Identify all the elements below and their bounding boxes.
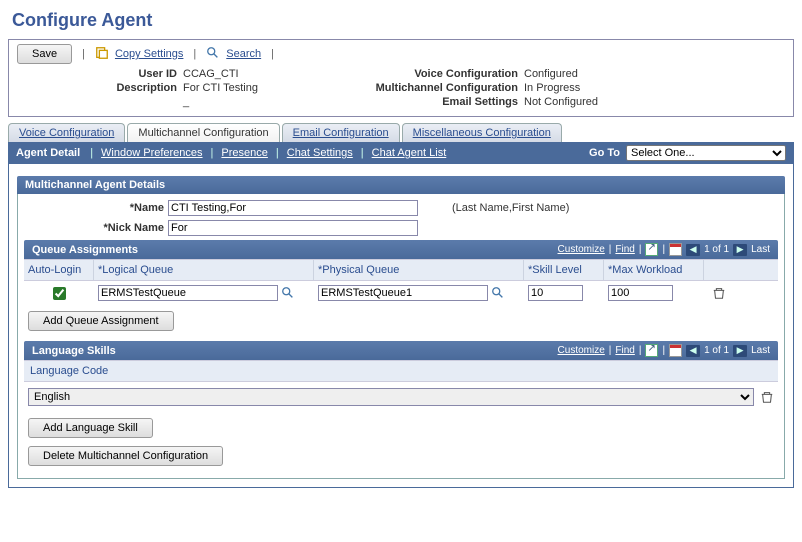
multi-config-value: In Progress (524, 82, 598, 94)
voice-config-label: Voice Configuration (318, 68, 518, 80)
delete-row-button[interactable] (704, 286, 734, 300)
description-value: For CTI Testing (183, 82, 258, 94)
section-queue-header: Queue Assignments Customize | Find | | ◀… (24, 240, 778, 259)
add-language-button[interactable]: Add Language Skill (28, 418, 153, 438)
section-agent-details-header: Multichannel Agent Details (17, 176, 785, 194)
col-logical-queue[interactable]: Logical Queue (94, 260, 314, 280)
multi-config-label: Multichannel Configuration (318, 82, 518, 94)
subnav-agent-detail: Agent Detail (16, 147, 80, 159)
prev-page-icon[interactable]: ◀ (686, 345, 700, 357)
col-auto-login[interactable]: Auto-Login (24, 260, 94, 280)
page-title: Configure Agent (12, 10, 794, 31)
popup-icon[interactable] (645, 344, 658, 357)
name-input[interactable] (168, 200, 418, 216)
tab-bar: Voice Configuration Multichannel Configu… (8, 123, 794, 142)
nickname-label: Nick Name (24, 222, 164, 234)
email-settings-value: Not Configured (524, 96, 598, 108)
goto-label: Go To (589, 147, 620, 159)
lang-customize-link[interactable]: Customize (558, 345, 605, 356)
language-select[interactable]: English (28, 388, 754, 406)
grid-icon[interactable] (669, 344, 682, 357)
copy-icon (95, 46, 109, 63)
lang-row: English (24, 382, 778, 412)
col-physical-queue[interactable]: Physical Queue (314, 260, 524, 280)
col-skill-level[interactable]: Skill Level (524, 260, 604, 280)
dash: _ (183, 96, 258, 108)
section-lang-header: Language Skills Customize | Find | | ◀ 1… (24, 341, 778, 360)
goto-select[interactable]: Select One... (626, 145, 786, 161)
subnav-window-prefs[interactable]: Window Preferences (101, 147, 203, 159)
next-page-icon[interactable]: ▶ (733, 345, 747, 357)
logical-queue-input[interactable] (98, 285, 278, 301)
lang-col-header[interactable]: Language Code (24, 360, 778, 382)
max-workload-input[interactable] (608, 285, 673, 301)
physical-queue-input[interactable] (318, 285, 488, 301)
user-id-value: CCAG_CTI (183, 68, 258, 80)
name-hint: (Last Name,First Name) (452, 202, 778, 214)
separator: | (82, 48, 85, 60)
tab-email[interactable]: Email Configuration (282, 123, 400, 142)
separator: | (271, 48, 274, 60)
delete-multichannel-button[interactable]: Delete Multichannel Configuration (28, 446, 223, 466)
header-bar: Save | Copy Settings | Search | User ID … (8, 39, 794, 117)
subnav: Agent Detail | Window Preferences | Pres… (8, 142, 794, 164)
subnav-chat-agent-list[interactable]: Chat Agent List (372, 147, 447, 159)
tab-voice[interactable]: Voice Configuration (8, 123, 125, 142)
lang-last[interactable]: Last (751, 345, 770, 356)
search-icon (206, 46, 220, 63)
panel: Multichannel Agent Details Name (Last Na… (8, 164, 794, 488)
col-max-workload[interactable]: Max Workload (604, 260, 704, 280)
save-button[interactable]: Save (17, 44, 72, 64)
queue-pager: 1 of 1 (704, 244, 729, 255)
queue-last[interactable]: Last (751, 244, 770, 255)
lang-find-link[interactable]: Find (615, 345, 634, 356)
voice-config-value: Configured (524, 68, 598, 80)
email-settings-label: Email Settings (318, 96, 518, 108)
queue-grid-header: Auto-Login Logical Queue Physical Queue … (24, 259, 778, 281)
auto-login-checkbox[interactable] (53, 287, 66, 300)
nickname-input[interactable] (168, 220, 418, 236)
subnav-presence[interactable]: Presence (221, 147, 267, 159)
queue-find-link[interactable]: Find (615, 244, 634, 255)
lookup-icon[interactable] (280, 285, 296, 301)
skill-level-input[interactable] (528, 285, 583, 301)
user-id-label: User ID (17, 68, 177, 80)
delete-lang-button[interactable] (760, 390, 774, 404)
grid-icon[interactable] (669, 243, 682, 256)
separator: | (193, 48, 196, 60)
lang-header-title: Language Skills (32, 345, 116, 357)
subnav-chat-settings[interactable]: Chat Settings (287, 147, 353, 159)
search-link[interactable]: Search (226, 48, 261, 60)
next-page-icon[interactable]: ▶ (733, 244, 747, 256)
add-queue-button[interactable]: Add Queue Assignment (28, 311, 174, 331)
lang-pager: 1 of 1 (704, 345, 729, 356)
tab-misc[interactable]: Miscellaneous Configuration (402, 123, 562, 142)
queue-row (24, 281, 778, 305)
queue-header-title: Queue Assignments (32, 244, 138, 256)
name-label: Name (24, 202, 164, 214)
queue-customize-link[interactable]: Customize (558, 244, 605, 255)
tab-multichannel[interactable]: Multichannel Configuration (127, 123, 279, 142)
popup-icon[interactable] (645, 243, 658, 256)
prev-page-icon[interactable]: ◀ (686, 244, 700, 256)
lookup-icon[interactable] (490, 285, 506, 301)
copy-settings-link[interactable]: Copy Settings (115, 48, 183, 60)
description-label: Description (17, 82, 177, 94)
